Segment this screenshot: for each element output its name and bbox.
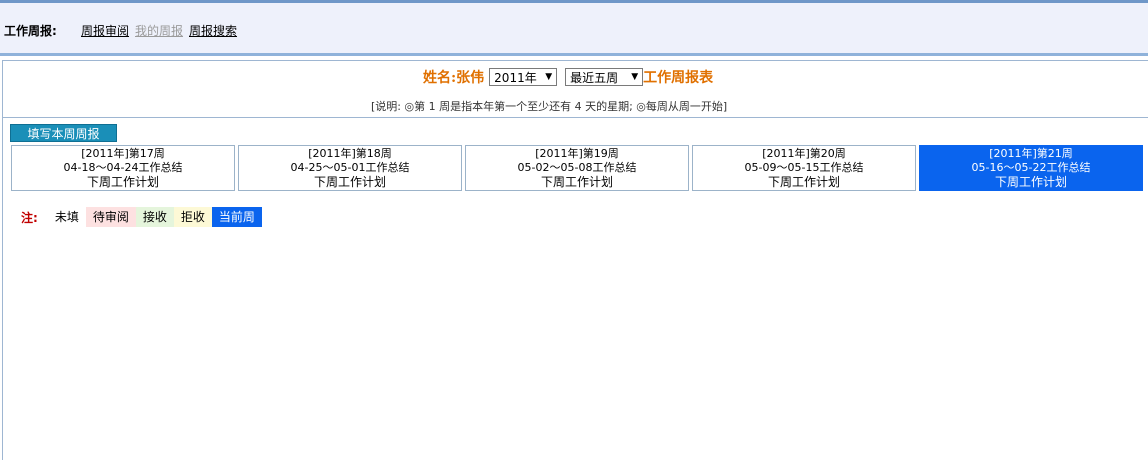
range-select-value: 最近五周 — [570, 70, 619, 85]
year-select-value: 2011年 — [494, 70, 537, 85]
nav-link-review[interactable]: 周报审阅 — [81, 22, 129, 39]
employee-name: 姓名:张伟 — [423, 70, 485, 86]
week-card-21-current[interactable]: [2011年]第21周 05-16～05-22工作总结 下周工作计划 — [919, 145, 1143, 191]
title-row: 姓名:张伟 2011年 ▼ 最近五周 ▼ 工作周报表 — [423, 66, 713, 88]
week-card-17[interactable]: [2011年]第17周 04-18～04-24工作总结 下周工作计划 — [11, 145, 235, 191]
week-title: [2011年]第20周 — [762, 147, 846, 160]
week-summary-link[interactable]: 04-18～04-24工作总结 — [12, 161, 234, 175]
nav-link-my-reports[interactable]: 我的周报 — [135, 22, 183, 39]
week-card-20[interactable]: [2011年]第20周 05-09～05-15工作总结 下周工作计划 — [692, 145, 916, 191]
week-list: [2011年]第17周 04-18～04-24工作总结 下周工作计划 [2011… — [11, 145, 1144, 191]
range-select[interactable]: 最近五周 ▼ — [565, 68, 644, 86]
week-plan-link[interactable]: 下周工作计划 — [466, 175, 688, 189]
week-summary-link[interactable]: 05-02～05-08工作总结 — [466, 161, 688, 175]
chevron-down-icon: ▼ — [631, 72, 639, 82]
chevron-down-icon: ▼ — [545, 72, 553, 82]
legend-label: 注: — [21, 210, 38, 225]
report-header: 姓名:张伟 2011年 ▼ 最近五周 ▼ 工作周报表 [说明: ◎第 1 周是指… — [3, 61, 1148, 118]
week-summary-link[interactable]: 04-25～05-01工作总结 — [239, 161, 461, 175]
year-select[interactable]: 2011年 ▼ — [489, 68, 558, 86]
legend-item-accepted: 接收 — [135, 207, 174, 227]
week-card-19[interactable]: [2011年]第19周 05-02～05-08工作总结 下周工作计划 — [465, 145, 689, 191]
week-title: [2011年]第19周 — [535, 147, 619, 160]
week-card-18[interactable]: [2011年]第18周 04-25～05-01工作总结 下周工作计划 — [238, 145, 462, 191]
legend-item-unfilled: 未填 — [47, 207, 86, 227]
legend-item-rejected: 拒收 — [173, 207, 212, 227]
week-title: [2011年]第17周 — [81, 147, 165, 160]
week-plan-link[interactable]: 下周工作计划 — [12, 175, 234, 189]
nav-link-search[interactable]: 周报搜索 — [189, 22, 237, 39]
week-plan-link[interactable]: 下周工作计划 — [920, 175, 1142, 189]
main-panel: 姓名:张伟 2011年 ▼ 最近五周 ▼ 工作周报表 [说明: ◎第 1 周是指… — [2, 60, 1148, 460]
week-plan-link[interactable]: 下周工作计划 — [693, 175, 915, 189]
fill-current-week-button[interactable]: 填写本周周报 — [10, 124, 117, 142]
week-summary-link[interactable]: 05-09～05-15工作总结 — [693, 161, 915, 175]
week-plan-link[interactable]: 下周工作计划 — [239, 175, 461, 189]
week-summary-link[interactable]: 05-16～05-22工作总结 — [920, 161, 1142, 175]
status-legend: 注: 未填 待审阅 接收 拒收 当前周 — [3, 207, 262, 227]
report-title: 工作周报表 — [643, 70, 714, 86]
week-definition-note: [说明: ◎第 1 周是指本年第一个至少还有 4 天的星期; ◎每周从周一开始] — [371, 100, 728, 113]
week-title: [2011年]第21周 — [989, 147, 1073, 160]
week-title: [2011年]第18周 — [308, 147, 392, 160]
nav-title: 工作周报: — [4, 24, 57, 38]
legend-item-pending: 待审阅 — [85, 207, 136, 227]
legend-item-current: 当前周 — [211, 207, 262, 227]
top-nav-bar: 工作周报: 周报审阅 我的周报 周报搜索 — [0, 0, 1148, 56]
